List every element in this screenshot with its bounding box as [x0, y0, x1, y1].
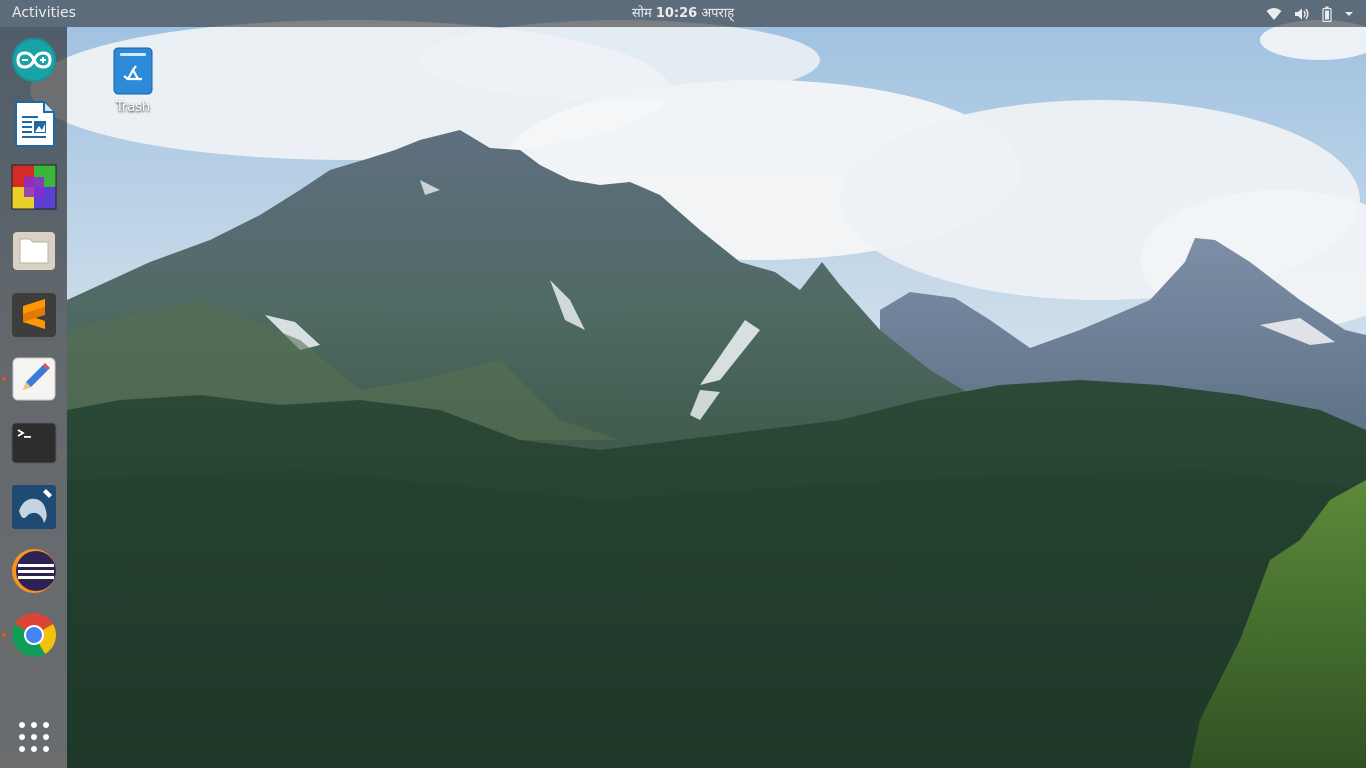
chrome-icon: [11, 613, 56, 657]
dock-app-sublime-text[interactable]: [0, 284, 67, 346]
dock-app-arduino[interactable]: [0, 29, 67, 91]
desktop-icon-trash[interactable]: Trash: [102, 46, 164, 115]
system-tray[interactable]: [1266, 0, 1354, 27]
arduino-icon: [11, 38, 56, 82]
desktop-icon-label: Trash: [115, 100, 151, 115]
dock-app-text-editor[interactable]: [0, 348, 67, 410]
eclipse-icon: [11, 549, 56, 593]
sublime-icon: [11, 293, 56, 337]
dock-app-eclipse[interactable]: [0, 540, 67, 602]
clock-day: सोम: [631, 6, 652, 21]
activities-button[interactable]: Activities: [12, 0, 76, 27]
dock-app-mysql-workbench[interactable]: [0, 476, 67, 538]
dock-app-files[interactable]: [0, 220, 67, 282]
running-indicator: [2, 377, 6, 381]
top-bar: Activities सोम 10:26 अपराह्: [0, 0, 1366, 27]
dock-app-terminal[interactable]: [0, 412, 67, 474]
clock-time: 10:26: [655, 6, 698, 21]
mysql-workbench-icon: [11, 485, 56, 529]
wifi-icon: [1266, 7, 1282, 20]
dock-app-chrome[interactable]: [0, 604, 67, 666]
trash-icon: [113, 47, 153, 95]
running-indicator: [2, 633, 6, 637]
cube-icon: [11, 164, 56, 210]
clock-period: अपराह्: [701, 6, 735, 21]
terminal-icon: [11, 422, 56, 464]
dock-app-rubiks-cube[interactable]: [0, 156, 67, 218]
text-editor-icon: [12, 357, 55, 401]
dock: [0, 27, 67, 768]
menu-arrow-icon: [1345, 11, 1353, 16]
clock-button[interactable]: सोम 10:26 अपराह्: [632, 6, 734, 21]
battery-icon: [1322, 6, 1332, 22]
show-applications-button[interactable]: [0, 709, 67, 765]
desktop-wallpaper: [0, 0, 1366, 768]
files-icon: [11, 231, 56, 271]
grid-icon: [18, 722, 49, 752]
clock: सोम 10:26 अपराह्: [0, 0, 1366, 27]
dock-app-libreoffice-writer[interactable]: [0, 93, 67, 155]
writer-icon: [14, 101, 55, 147]
volume-icon: [1295, 8, 1309, 19]
